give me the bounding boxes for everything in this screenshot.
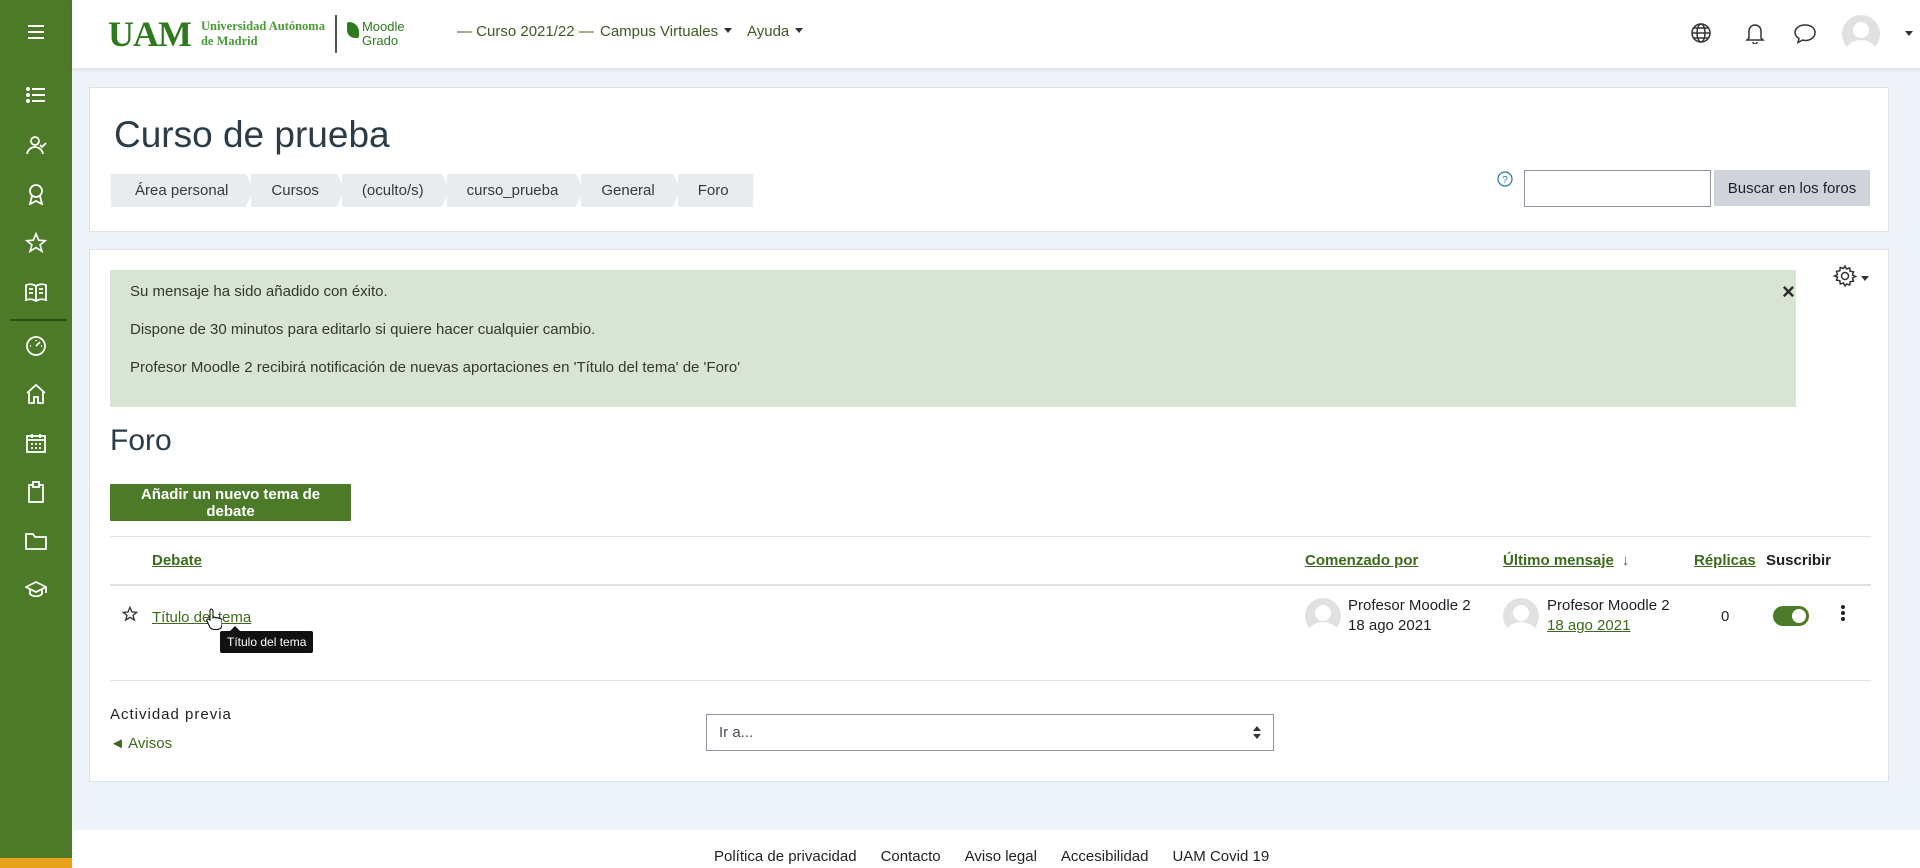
moodle-logo-name: Moodle Grado — [361, 19, 405, 48]
topic-tooltip: Título del tema — [220, 626, 314, 653]
calendar-icon[interactable] — [0, 423, 72, 463]
main-content: Su mensaje ha sido añadido con éxito. Di… — [89, 249, 1889, 782]
forum-title: Foro — [110, 424, 172, 457]
jump-to-value: Ir a... — [719, 724, 754, 741]
subscribe-toggle[interactable] — [1773, 606, 1809, 626]
site-logo[interactable]: UAM Universidad Autónoma de Madrid Moodl… — [108, 14, 405, 54]
breadcrumb-item[interactable]: Cursos — [251, 174, 345, 207]
footer-link-privacy[interactable]: Política de privacidad — [714, 848, 857, 865]
bell-icon[interactable] — [1745, 22, 1765, 48]
forum-search-input[interactable] — [1524, 170, 1711, 207]
table-header: Debate Comenzado por Último mensaje ↓ Rép… — [110, 536, 1871, 586]
footer-link-accessibility[interactable]: Accesibilidad — [1061, 848, 1149, 865]
star-icon[interactable] — [121, 605, 139, 626]
add-discussion-button[interactable]: Añadir un nuevo tema de debate — [110, 484, 351, 521]
close-icon[interactable]: × — [1782, 281, 1795, 303]
gear-icon — [1832, 264, 1858, 292]
select-arrows-icon — [1253, 725, 1261, 741]
uam-logo-name: Universidad Autónoma de Madrid — [200, 19, 325, 48]
home-icon[interactable] — [0, 374, 72, 414]
top-navbar: UAM Universidad Autónoma de Madrid Moodl… — [72, 0, 1920, 68]
logo-divider — [334, 15, 337, 53]
reply-count: 0 — [1721, 608, 1730, 625]
avatar[interactable] — [1305, 598, 1341, 634]
user-menu-caret[interactable] — [1905, 31, 1913, 36]
breadcrumb: Área personal Cursos (oculto/s) curso_pr… — [111, 174, 758, 207]
list-icon[interactable] — [0, 75, 72, 115]
globe-icon[interactable] — [1690, 22, 1712, 48]
clipboard-icon[interactable] — [0, 472, 72, 512]
subscribe-header: Suscribir — [1766, 552, 1832, 569]
sort-by-replies[interactable]: Réplicas — [1694, 552, 1756, 569]
rail-divider — [10, 319, 67, 321]
avatar[interactable] — [1503, 598, 1539, 634]
folder-icon[interactable] — [0, 521, 72, 561]
breadcrumb-item[interactable]: Foro — [677, 174, 753, 207]
footer-link-legal[interactable]: Aviso legal — [965, 848, 1037, 865]
sort-by-last-post[interactable]: Último mensaje ↓ — [1503, 552, 1629, 569]
left-rail — [0, 0, 114, 868]
menu-icon[interactable] — [0, 12, 72, 52]
table-row: Título del tema Título del tema Profesor… — [110, 586, 1871, 681]
breadcrumb-item[interactable]: curso_prueba — [446, 174, 585, 207]
arrow-down-icon: ↓ — [1621, 552, 1630, 569]
alert-message: Profesor Moodle 2 recibirá notificación … — [130, 359, 741, 376]
sort-by-debate[interactable]: Debate — [152, 552, 202, 569]
book-icon[interactable] — [0, 272, 72, 312]
last-post-author: Profesor Moodle 2 — [1547, 597, 1670, 614]
previous-activity-link[interactable]: ◄ Avisos — [110, 735, 172, 752]
star-icon[interactable] — [0, 223, 72, 263]
discussion-title-link[interactable]: Título del tema — [152, 609, 251, 626]
mouse-pointer-icon — [206, 608, 223, 634]
previous-activity-label: Actividad previa — [110, 706, 232, 723]
success-alert: Su mensaje ha sido añadido con éxito. Di… — [110, 270, 1796, 407]
sort-by-started-by[interactable]: Comenzado por — [1305, 552, 1418, 569]
help-menu[interactable]: Ayuda — [747, 23, 804, 40]
forum-search-button[interactable]: Buscar en los foros — [1714, 170, 1870, 206]
last-post-date-link[interactable]: 18 ago 2021 — [1547, 616, 1630, 636]
footer-link-covid[interactable]: UAM Covid 19 — [1172, 848, 1269, 865]
campus-menu[interactable]: Campus Virtuales — [600, 23, 733, 40]
graduation-cap-icon[interactable] — [0, 570, 72, 610]
jump-to-select[interactable]: Ir a... — [706, 714, 1274, 751]
alert-message: Dispone de 30 minutos para editarlo si q… — [130, 321, 596, 338]
badge-icon[interactable] — [0, 174, 72, 214]
breadcrumb-item[interactable]: General — [581, 174, 682, 207]
settings-menu[interactable] — [1832, 264, 1869, 292]
moodle-leaf-icon — [346, 22, 359, 38]
starter-date: 18 ago 2021 — [1348, 617, 1432, 634]
starter-name: Profesor Moodle 2 — [1348, 597, 1471, 614]
help-icon[interactable]: ? — [1497, 171, 1513, 191]
course-year-label: — Curso 2021/22 — — [457, 23, 594, 40]
uam-logo-mark: UAM — [108, 14, 192, 54]
more-options-icon[interactable] — [1840, 604, 1846, 626]
dashboard-icon[interactable] — [0, 326, 72, 366]
page-footer: Política de privacidad Contacto Aviso le… — [72, 830, 1920, 868]
chevron-down-icon — [1861, 275, 1869, 281]
user-avatar[interactable] — [1842, 15, 1880, 53]
page-title: Curso de prueba — [114, 114, 390, 155]
chat-icon[interactable] — [1793, 22, 1817, 48]
footer-links: Política de privacidad Contacto Aviso le… — [714, 848, 1269, 865]
svg-text:?: ? — [1502, 175, 1508, 186]
footer-link-contact[interactable]: Contacto — [881, 848, 941, 865]
breadcrumb-item[interactable]: (oculto/s) — [341, 174, 450, 207]
breadcrumb-item[interactable]: Área personal — [111, 174, 255, 207]
users-icon[interactable] — [0, 125, 72, 165]
alert-message: Su mensaje ha sido añadido con éxito. — [130, 283, 388, 300]
page-header: Curso de prueba Área personal Cursos (oc… — [89, 87, 1889, 232]
